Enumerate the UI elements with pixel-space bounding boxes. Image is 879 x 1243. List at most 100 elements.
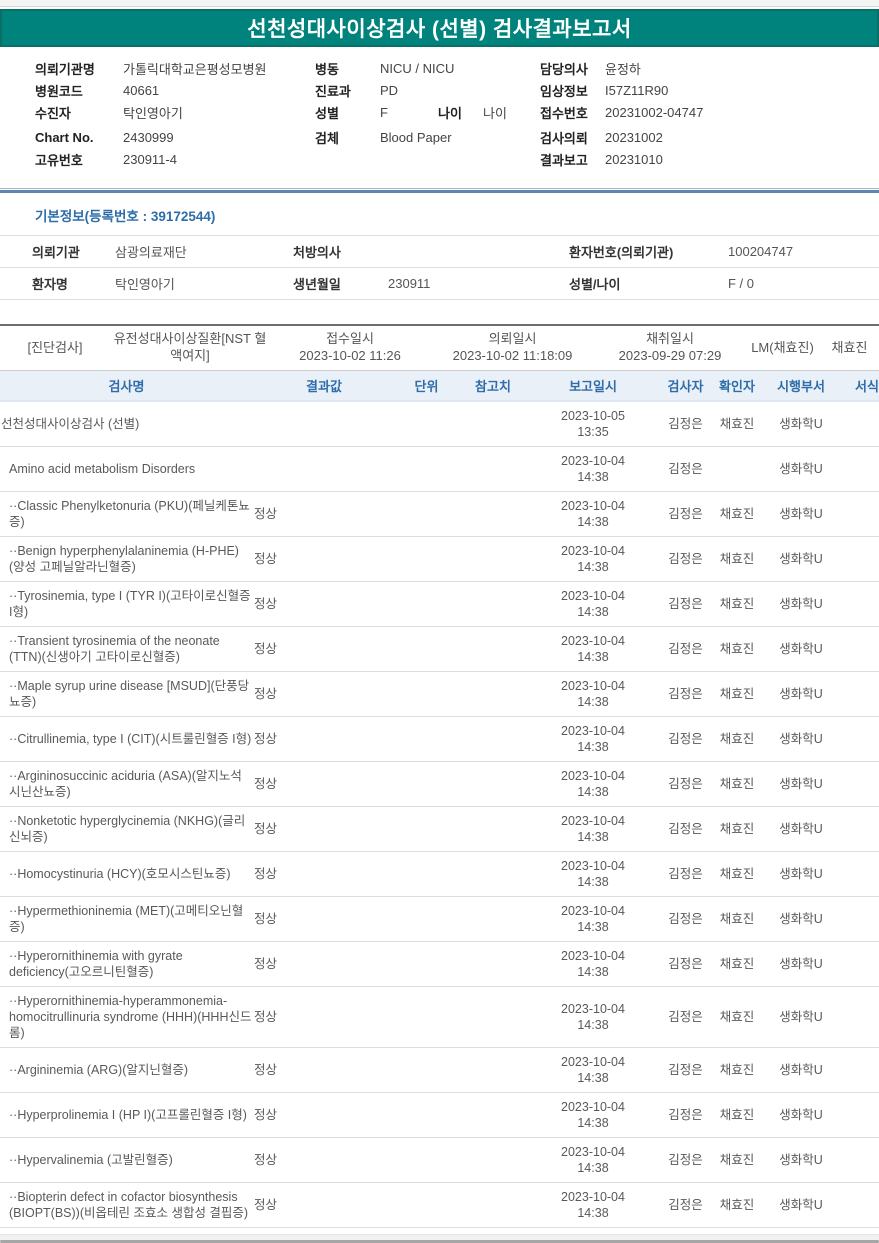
result-row[interactable]: 선천성대사이상검사 (선별) 2023-10-05 13:35 김정은 채효진 … xyxy=(0,401,879,447)
performing-dept: 생화학U xyxy=(761,492,841,537)
reference-value xyxy=(458,852,528,897)
result-row[interactable]: ··Benign hyperphenylalaninemia (H-PHE)(양… xyxy=(0,537,879,582)
performing-dept: 생화학U xyxy=(761,1093,841,1138)
collected-datetime: 채취일시 2023-09-29 07:29 xyxy=(595,327,745,369)
test-name: ··Maple syrup urine disease [MSUD](단풍당뇨증… xyxy=(0,672,253,717)
form-value xyxy=(841,1093,879,1138)
requested-datetime: 의뢰일시 2023-10-02 11:18:09 xyxy=(430,327,595,369)
tester-name: 김정은 xyxy=(658,627,713,672)
result-row[interactable]: ··Hyperprolinemia I (HP I)(고프롤린혈증 I형) 정상… xyxy=(0,1093,879,1138)
test-name: ··Argininosuccinic aciduria (ASA)(알지노석시닌… xyxy=(0,762,253,807)
verifier-name: 채효진 xyxy=(713,1138,761,1183)
result-row[interactable]: ··Classic Phenylketonuria (PKU)(페닐케톤뇨증) … xyxy=(0,492,879,537)
reported-datetime: 2023-10-04 14:38 xyxy=(528,492,658,537)
tester-name: 김정은 xyxy=(658,1048,713,1093)
tester-name: 김정은 xyxy=(658,852,713,897)
field-label: Chart No. xyxy=(35,130,123,145)
field-value: F / 0 xyxy=(728,276,879,291)
form-value xyxy=(841,492,879,537)
reference-value xyxy=(458,672,528,717)
result-row[interactable]: Amino acid metabolism Disorders 2023-10-… xyxy=(0,447,879,492)
field-label: 의뢰기관명 xyxy=(35,59,123,78)
field-ward: 병동 NICU / NICU xyxy=(315,57,540,79)
reported-datetime: 2023-10-04 14:38 xyxy=(528,1048,658,1093)
result-row[interactable]: ··Tyrosinemia, type I (TYR I)(고타이로신혈증 I형… xyxy=(0,582,879,627)
field-label: 수진자 xyxy=(35,103,123,122)
field-label: 접수번호 xyxy=(540,103,605,122)
tester-name: 김정은 xyxy=(658,447,713,492)
reported-datetime: 2023-10-04 14:38 xyxy=(528,627,658,672)
result-row[interactable]: ··Citrullinemia, type I (CIT)(시트룰린혈증 I형)… xyxy=(0,717,879,762)
performing-dept: 생화학U xyxy=(761,852,841,897)
form-value xyxy=(841,627,879,672)
form-value xyxy=(841,897,879,942)
field-value: 20231010 xyxy=(605,152,663,167)
col-reference: 참고치 xyxy=(458,371,528,401)
result-row[interactable]: ··Hyperornithinemia with gyrate deficien… xyxy=(0,942,879,987)
field-label: 성별 xyxy=(315,103,380,122)
performing-dept: 생화학U xyxy=(761,1183,841,1228)
form-value xyxy=(841,717,879,762)
reported-datetime: 2023-10-04 14:38 xyxy=(528,987,658,1048)
field-value: 탁인영아기 xyxy=(115,274,293,293)
field-value: 40661 xyxy=(123,83,159,98)
result-row[interactable]: ··Argininosuccinic aciduria (ASA)(알지노석시닌… xyxy=(0,762,879,807)
field-doctor: 담당의사 윤정하 xyxy=(540,57,879,79)
results-table-wrap: 검사명 결과값 단위 참고치 보고일시 검사자 확인자 시행부서 서식 선천성대… xyxy=(0,371,879,1228)
tester-name: 김정은 xyxy=(658,1183,713,1228)
reported-datetime: 2023-10-04 14:38 xyxy=(528,807,658,852)
test-name: ··Homocystinuria (HCY)(호모시스틴뇨증) xyxy=(0,852,253,897)
result-value xyxy=(253,447,395,492)
reported-datetime: 2023-10-04 14:38 xyxy=(528,852,658,897)
collected-label: 채취일시 xyxy=(597,331,743,348)
result-row[interactable]: ··Argininemia (ARG)(알지닌혈증) 정상 2023-10-04… xyxy=(0,1048,879,1093)
result-value: 정상 xyxy=(253,987,395,1048)
reported-datetime: 2023-10-04 14:38 xyxy=(528,447,658,492)
verifier-name: 채효진 xyxy=(713,1093,761,1138)
result-value xyxy=(253,401,395,447)
field-label: 고유번호 xyxy=(35,150,123,169)
tester-name: 김정은 xyxy=(658,807,713,852)
reference-value xyxy=(458,987,528,1048)
result-row[interactable]: ··Transient tyrosinemia of the neonate (… xyxy=(0,627,879,672)
verifier-name: 채효진 xyxy=(713,582,761,627)
test-group-name: 유전성대사이상질환[NST 혈액여지] xyxy=(110,327,270,369)
unit-value xyxy=(395,897,458,942)
report-title: 선천성대사이상검사 (선별) 검사결과보고서 xyxy=(247,13,631,43)
result-value: 정상 xyxy=(253,1183,395,1228)
verifier-name: 채효진 xyxy=(713,627,761,672)
diagnosis-tag: [진단검사] xyxy=(0,336,110,361)
result-row[interactable]: ··Nonketotic hyperglycinemia (NKHG)(글리신뇌… xyxy=(0,807,879,852)
field-label: 성별/나이 xyxy=(569,274,728,293)
result-row[interactable]: ··Maple syrup urine disease [MSUD](단풍당뇨증… xyxy=(0,672,879,717)
performing-dept: 생화학U xyxy=(761,447,841,492)
test-name: ··Citrullinemia, type I (CIT)(시트룰린혈증 I형) xyxy=(0,717,253,762)
unit-value xyxy=(395,762,458,807)
form-value xyxy=(841,582,879,627)
reference-value xyxy=(458,942,528,987)
result-row[interactable]: ··Hypermethioninemia (MET)(고메티오닌혈증) 정상 2… xyxy=(0,897,879,942)
field-chart-no: Chart No. 2430999 xyxy=(35,126,315,148)
basic-info-row: 환자명 탁인영아기 생년월일 230911 성별/나이 F / 0 xyxy=(0,268,879,300)
test-name: ··Hyperprolinemia I (HP I)(고프롤린혈증 I형) xyxy=(0,1093,253,1138)
result-row[interactable]: ··Homocystinuria (HCY)(호모시스틴뇨증) 정상 2023-… xyxy=(0,852,879,897)
result-row[interactable]: ··Biopterin defect in cofactor biosynthe… xyxy=(0,1183,879,1228)
received-datetime: 접수일시 2023-10-02 11:26 xyxy=(270,327,430,369)
received-label: 접수일시 xyxy=(272,331,428,348)
test-name: ··Biopterin defect in cofactor biosynthe… xyxy=(0,1183,253,1228)
tester-name: 김정은 xyxy=(658,582,713,627)
form-value xyxy=(841,762,879,807)
verifier-name: 채효진 xyxy=(713,897,761,942)
verifier-name: 채효진 xyxy=(713,672,761,717)
header-column-left: 의뢰기관명 가톨릭대학교은평성모병원 병원코드 40661 수진자 탁인영아기 … xyxy=(35,57,315,170)
field-label: 병동 xyxy=(315,59,380,78)
result-row[interactable]: ··Hyperornithinemia-hyperammonemia-homoc… xyxy=(0,987,879,1048)
field-clinical-info: 임상정보 I57Z11R90 xyxy=(540,79,879,101)
collection-nurse: 채효진 xyxy=(820,336,879,361)
result-row[interactable]: ··Hypervalinemia (고발린혈증) 정상 2023-10-04 1… xyxy=(0,1138,879,1183)
horizontal-scrollbar[interactable] xyxy=(0,1234,879,1243)
verifier-name: 채효진 xyxy=(713,762,761,807)
field-value: NICU / NICU xyxy=(380,61,454,76)
col-reported: 보고일시 xyxy=(528,371,658,401)
header-column-middle: 병동 NICU / NICU 진료과 PD 성별 F 나이 나이 검체 Bloo… xyxy=(315,57,540,170)
